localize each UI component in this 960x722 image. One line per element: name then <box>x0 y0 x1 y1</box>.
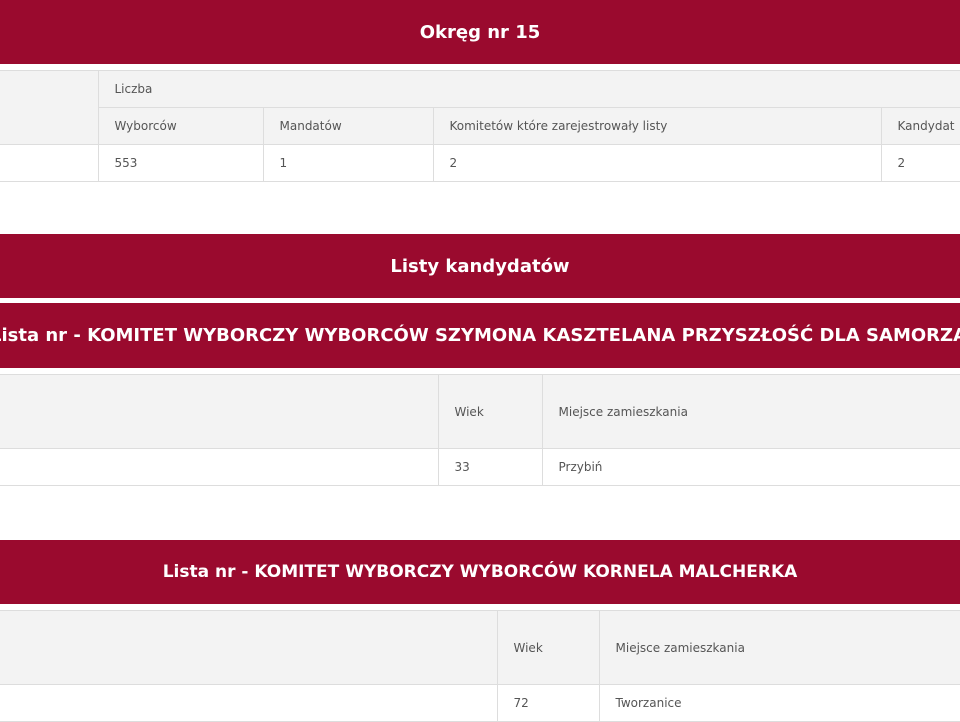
value-kandydatow: 2 <box>880 144 960 182</box>
col-kandydatow: Kandydat <box>880 107 960 145</box>
okreg-title: Okręg nr 15 <box>419 21 541 43</box>
list-1-banner: Lista nr - KOMITET WYBORCZY WYBORCÓW SZY… <box>0 303 960 368</box>
list-1-wiek-value: 33 <box>437 448 543 486</box>
value-komitetow: 2 <box>432 144 882 182</box>
col-komitetow: Komitetów które zarejestrowały listy <box>432 107 882 145</box>
list-2-banner: Lista nr - KOMITET WYBORCZY WYBORCÓW KOR… <box>0 540 960 604</box>
list-2-miejsce-value: Tworzanice <box>598 684 960 722</box>
listy-banner: Listy kandydatów <box>0 234 960 298</box>
listy-title: Listy kandydatów <box>390 255 570 277</box>
col-mandatow: Mandatów <box>262 107 434 145</box>
table-row: 33 Przybiń <box>0 448 960 486</box>
table-row: 553 1 2 2 <box>0 144 960 182</box>
okreg-stats-table: Liczba Wyborców Mandatów Komitetów które… <box>0 70 960 182</box>
okreg-empty-header <box>0 70 99 145</box>
list-1-col-wiek: Wiek <box>437 374 543 449</box>
list-2-empty-header <box>0 610 498 685</box>
okreg-banner: Okręg nr 15 <box>0 0 960 64</box>
value-wyborcow: 553 <box>97 144 264 182</box>
col-wyborcow: Wyborców <box>97 107 264 145</box>
list-2-col-miejsce: Miejsce zamieszkania <box>598 610 960 685</box>
list-2-col-wiek: Wiek <box>496 610 600 685</box>
list-1-miejsce-value: Przybiń <box>541 448 960 486</box>
value-mandatow: 1 <box>262 144 434 182</box>
list-2-wiek-value: 72 <box>496 684 600 722</box>
list-1-table: Wiek Miejsce zamieszkania 33 Przybiń <box>0 374 960 486</box>
table-row: 72 Tworzanice <box>0 684 960 722</box>
list-2-title: Lista nr - KOMITET WYBORCZY WYBORCÓW KOR… <box>162 562 798 582</box>
okreg-empty-cell <box>0 144 99 182</box>
list-1-empty-cell <box>0 448 439 486</box>
list-1-col-miejsce: Miejsce zamieszkania <box>541 374 960 449</box>
okreg-group-header: Liczba <box>97 70 960 108</box>
list-2-empty-cell <box>0 684 498 722</box>
list-2-table: Wiek Miejsce zamieszkania 72 Tworzanice <box>0 610 960 722</box>
list-1-title: Lista nr - KOMITET WYBORCZY WYBORCÓW SZY… <box>0 325 960 346</box>
list-1-empty-header <box>0 374 439 449</box>
